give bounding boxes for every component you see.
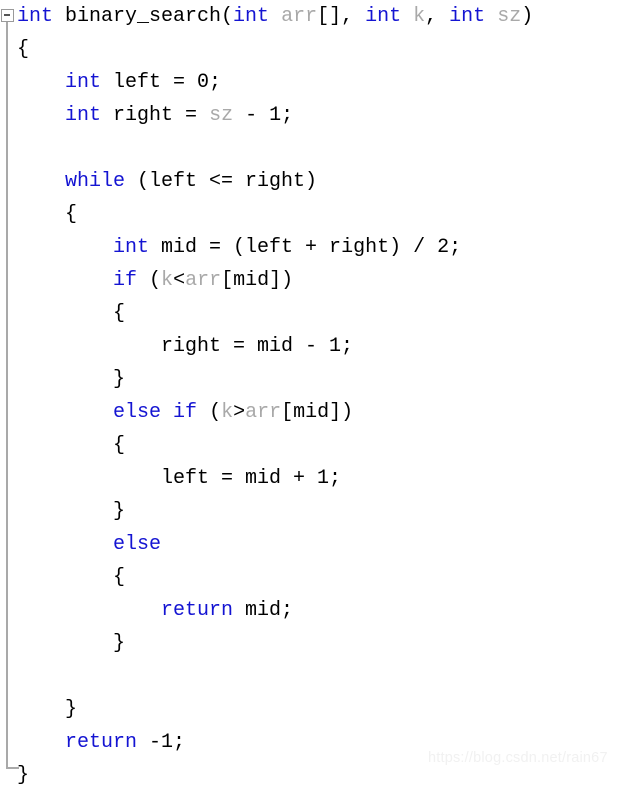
code-token: mid; — [233, 599, 294, 622]
code-token: -1; — [137, 731, 186, 754]
code-token: ( — [137, 269, 162, 292]
code-text-area[interactable]: int binary_search(int arr[], int k, int … — [0, 0, 630, 792]
code-line[interactable]: } — [0, 627, 630, 660]
code-token: } — [113, 632, 126, 655]
code-token: int — [65, 71, 102, 94]
code-line[interactable]: if (k<arr[mid]) — [0, 264, 630, 297]
code-token: } — [17, 764, 30, 787]
code-line[interactable] — [0, 132, 630, 165]
code-token: ) — [521, 5, 534, 28]
code-token: right = — [101, 104, 210, 127]
code-viewer: int binary_search(int arr[], int k, int … — [0, 0, 630, 787]
code-token: [mid]) — [221, 269, 294, 292]
code-token: [mid]) — [281, 401, 354, 424]
code-token: [], — [317, 5, 366, 28]
code-token: mid = (left + right) / 2; — [149, 236, 462, 259]
code-line[interactable]: { — [0, 561, 630, 594]
code-token: k — [413, 5, 426, 28]
code-token: int — [449, 5, 486, 28]
code-token: arr — [185, 269, 222, 292]
code-token: { — [113, 434, 126, 457]
code-token: arr — [245, 401, 282, 424]
code-line[interactable]: { — [0, 33, 630, 66]
code-token: right = mid - 1; — [161, 335, 354, 358]
code-token: sz — [209, 104, 234, 127]
code-line[interactable]: right = mid - 1; — [0, 330, 630, 363]
code-line[interactable]: else if (k>arr[mid]) — [0, 396, 630, 429]
code-token: } — [113, 368, 126, 391]
code-token: if — [113, 269, 138, 292]
code-token: int — [365, 5, 402, 28]
code-line[interactable] — [0, 660, 630, 693]
code-token: else — [113, 401, 162, 424]
code-token: else — [113, 533, 162, 556]
code-token: } — [113, 500, 126, 523]
code-line[interactable]: } — [0, 363, 630, 396]
code-token: int — [233, 5, 270, 28]
code-token: return — [65, 731, 138, 754]
code-token: { — [17, 38, 30, 61]
code-line[interactable]: { — [0, 198, 630, 231]
code-token: left = mid + 1; — [161, 467, 342, 490]
code-token: return — [161, 599, 234, 622]
code-token: if — [173, 401, 198, 424]
code-line[interactable]: } — [0, 693, 630, 726]
code-token: > — [233, 401, 246, 424]
code-token: - 1; — [233, 104, 294, 127]
code-line[interactable]: left = mid + 1; — [0, 462, 630, 495]
code-line[interactable]: int mid = (left + right) / 2; — [0, 231, 630, 264]
code-token: binary_search( — [53, 5, 234, 28]
watermark-text: https://blog.csdn.net/rain67 — [428, 750, 608, 766]
code-line[interactable]: else — [0, 528, 630, 561]
code-token: } — [65, 698, 78, 721]
code-token: k — [161, 269, 174, 292]
code-line[interactable]: return mid; — [0, 594, 630, 627]
code-token: int — [17, 5, 54, 28]
code-line[interactable]: { — [0, 297, 630, 330]
code-token: , — [425, 5, 450, 28]
code-line[interactable]: while (left <= right) — [0, 165, 630, 198]
code-token: k — [221, 401, 234, 424]
code-token: { — [113, 302, 126, 325]
code-line[interactable]: int right = sz - 1; — [0, 99, 630, 132]
code-line[interactable]: int left = 0; — [0, 66, 630, 99]
code-token: { — [65, 203, 78, 226]
code-token: sz — [497, 5, 522, 28]
code-token: int — [65, 104, 102, 127]
code-line[interactable]: } — [0, 495, 630, 528]
code-token: int — [113, 236, 150, 259]
code-token: < — [173, 269, 186, 292]
code-token: (left <= right) — [125, 170, 318, 193]
code-line[interactable]: { — [0, 429, 630, 462]
code-token: left = 0; — [101, 71, 222, 94]
code-token: while — [65, 170, 126, 193]
code-token: arr — [281, 5, 318, 28]
code-token: ( — [197, 401, 222, 424]
code-line[interactable]: int binary_search(int arr[], int k, int … — [0, 0, 630, 33]
code-token: { — [113, 566, 126, 589]
